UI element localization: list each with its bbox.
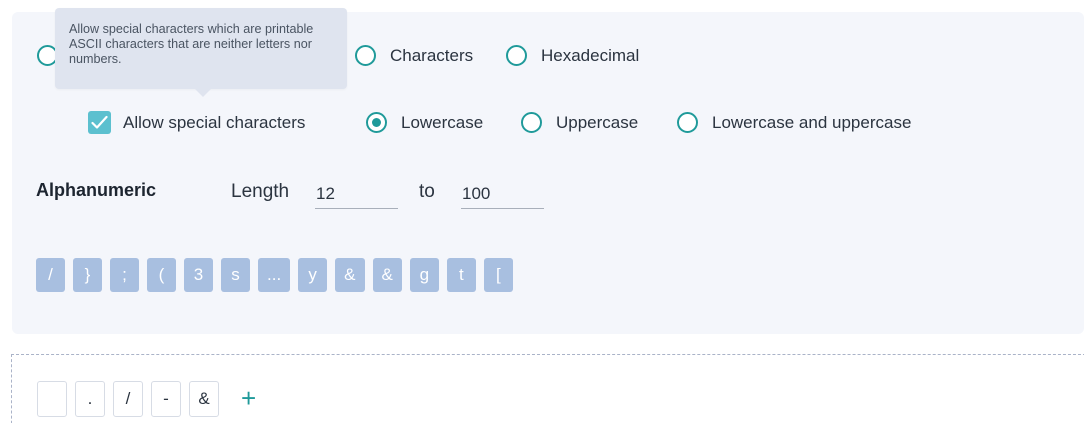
radio-ring <box>677 112 698 133</box>
radio-type-hexadecimal[interactable]: Hexadecimal <box>506 45 639 66</box>
preview-chip: g <box>409 258 439 292</box>
to-label: to <box>419 181 435 202</box>
radio-ring <box>355 45 376 66</box>
character-item[interactable]: / <box>113 381 143 417</box>
preview-chip: t <box>446 258 476 292</box>
special-characters-tooltip: Allow special characters which are print… <box>55 8 347 97</box>
preview-chip: ; <box>110 258 139 292</box>
radio-ring <box>521 112 542 133</box>
radio-type-characters[interactable]: Characters <box>355 45 473 66</box>
add-character-button[interactable]: + <box>241 385 256 411</box>
radio-label-uppercase: Uppercase <box>556 112 639 132</box>
radio-case-mixed[interactable]: Lowercase and uppercase <box>677 112 911 133</box>
checkbox-checked-icon <box>88 111 111 134</box>
preview-chip: } <box>73 258 102 292</box>
radio-ring <box>506 45 527 66</box>
section-title: Alphanumeric <box>36 180 157 200</box>
length-min-input[interactable] <box>315 179 398 209</box>
allow-special-characters-checkbox[interactable]: Allow special characters <box>88 111 305 134</box>
radio-label-mixed: Lowercase and uppercase <box>712 112 912 132</box>
character-item[interactable] <box>37 381 67 417</box>
preview-chip: ... <box>258 258 291 292</box>
radio-label-characters: Characters <box>390 45 474 65</box>
preview-chip: y <box>298 258 328 292</box>
radio-case-uppercase[interactable]: Uppercase <box>521 112 638 133</box>
character-set-list: . / - & <box>37 381 219 417</box>
preview-chip: s <box>221 258 250 292</box>
preview-chip: ( <box>147 258 176 292</box>
length-max-input[interactable] <box>461 179 544 209</box>
radio-label-lowercase: Lowercase <box>401 112 484 132</box>
preview-chip: / <box>36 258 65 292</box>
length-label: Length <box>231 181 290 202</box>
preview-chip: 3 <box>184 258 213 292</box>
preview-chip: & <box>372 258 402 292</box>
radio-ring-checked <box>366 112 387 133</box>
radio-label-hexadecimal: Hexadecimal <box>541 45 640 65</box>
preview-chip: & <box>335 258 365 292</box>
character-item[interactable]: . <box>75 381 105 417</box>
preview-chips: / } ; ( 3 s ... y & & g t [ <box>36 258 513 292</box>
preview-chip: [ <box>483 258 513 292</box>
character-item[interactable]: & <box>189 381 219 417</box>
radio-case-lowercase[interactable]: Lowercase <box>366 112 483 133</box>
checkbox-label: Allow special characters <box>123 112 306 132</box>
character-item[interactable]: - <box>151 381 181 417</box>
